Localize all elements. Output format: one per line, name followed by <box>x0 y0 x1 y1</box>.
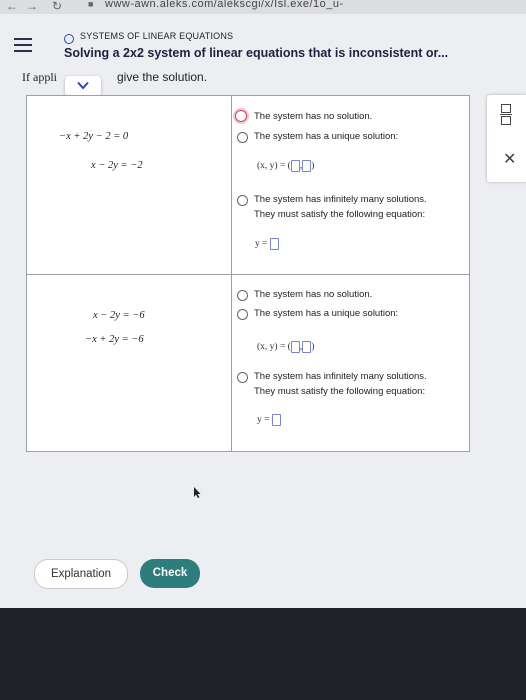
x-input-box[interactable] <box>290 341 300 353</box>
option-label-line2: They must satisfy the following equation… <box>254 386 426 397</box>
header: SYSTEMS OF LINEAR EQUATIONS Solving a 2x… <box>0 22 526 70</box>
radio[interactable] <box>237 309 248 320</box>
explanation-button[interactable]: Explanation <box>34 559 128 589</box>
forward-icon[interactable]: → <box>26 0 38 13</box>
y-input-box[interactable] <box>302 341 312 353</box>
radio[interactable] <box>237 290 248 301</box>
system2-equation-1: x − 2y = −6 <box>93 310 145 321</box>
browser-bar: ← → ↻ ■ www-awn.aleks.com/alekscgi/x/Isl… <box>0 0 526 14</box>
hamburger-icon[interactable] <box>14 38 32 56</box>
page-title: Solving a 2x2 system of linear equations… <box>64 46 449 60</box>
answer-prefix: y = <box>255 239 268 250</box>
check-button[interactable]: Check <box>140 559 200 588</box>
problem-panel: −x + 2y − 2 = 0 x − 2y = −2 The system h… <box>26 95 470 452</box>
option-label-line2: They must satisfy the following equation… <box>254 209 426 220</box>
system2-infinite-answer: y = <box>257 414 281 426</box>
row-divider <box>27 274 469 275</box>
column-divider <box>231 96 232 451</box>
prompt-text: If appli give the solution. <box>22 70 207 85</box>
expand-instructions-button[interactable] <box>65 76 101 96</box>
close-icon[interactable]: ✕ <box>503 149 516 169</box>
url-text[interactable]: www-awn.aleks.com/alekscgi/x/Isl.exe/1o_… <box>105 0 344 10</box>
system1-unique-answer: (x, y) = (,) <box>257 160 315 172</box>
system1-equation-2: x − 2y = −2 <box>91 160 143 171</box>
option-label: The system has infinitely many solutions… <box>254 194 427 205</box>
prompt-start: If appli <box>22 70 57 84</box>
system2-unique-answer: (x, y) = (,) <box>257 341 315 353</box>
topic-circle-icon <box>64 34 74 44</box>
radio-selected[interactable] <box>235 110 247 122</box>
lock-icon: ■ <box>88 0 94 9</box>
fraction-icon[interactable] <box>500 104 512 125</box>
back-icon[interactable]: ← <box>6 0 18 13</box>
answer-prefix: (x, y) = ( <box>257 161 291 172</box>
option-label: The system has infinitely many solutions… <box>254 371 427 382</box>
screen: ← → ↻ ■ www-awn.aleks.com/alekscgi/x/Isl… <box>0 0 526 608</box>
radio[interactable] <box>237 132 248 143</box>
option-label: The system has a unique solution: <box>254 131 399 142</box>
answer-prefix: y = <box>257 415 270 426</box>
chevron-down-icon <box>77 81 89 90</box>
reload-icon[interactable]: ↻ <box>52 0 62 13</box>
mouse-cursor-icon <box>194 487 201 498</box>
topic-label: SYSTEMS OF LINEAR EQUATIONS <box>80 31 234 41</box>
equation-input-box[interactable] <box>271 414 281 426</box>
x-input-box[interactable] <box>290 160 300 172</box>
option-label: The system has a unique solution: <box>254 308 399 319</box>
prompt-rest: give the solution. <box>117 70 208 84</box>
math-tools-palette: ✕ <box>487 95 526 182</box>
y-input-box[interactable] <box>302 160 312 172</box>
system1-infinite-answer: y = <box>255 238 279 250</box>
option-label: The system has no solution. <box>254 289 373 300</box>
radio[interactable] <box>237 372 248 383</box>
radio[interactable] <box>237 195 248 206</box>
system2-equation-2: −x + 2y = −6 <box>85 334 144 345</box>
option-label: The system has no solution. <box>254 111 373 122</box>
equation-input-box[interactable] <box>269 238 279 250</box>
system1-equation-1: −x + 2y − 2 = 0 <box>59 131 129 142</box>
answer-prefix: (x, y) = ( <box>257 342 291 353</box>
